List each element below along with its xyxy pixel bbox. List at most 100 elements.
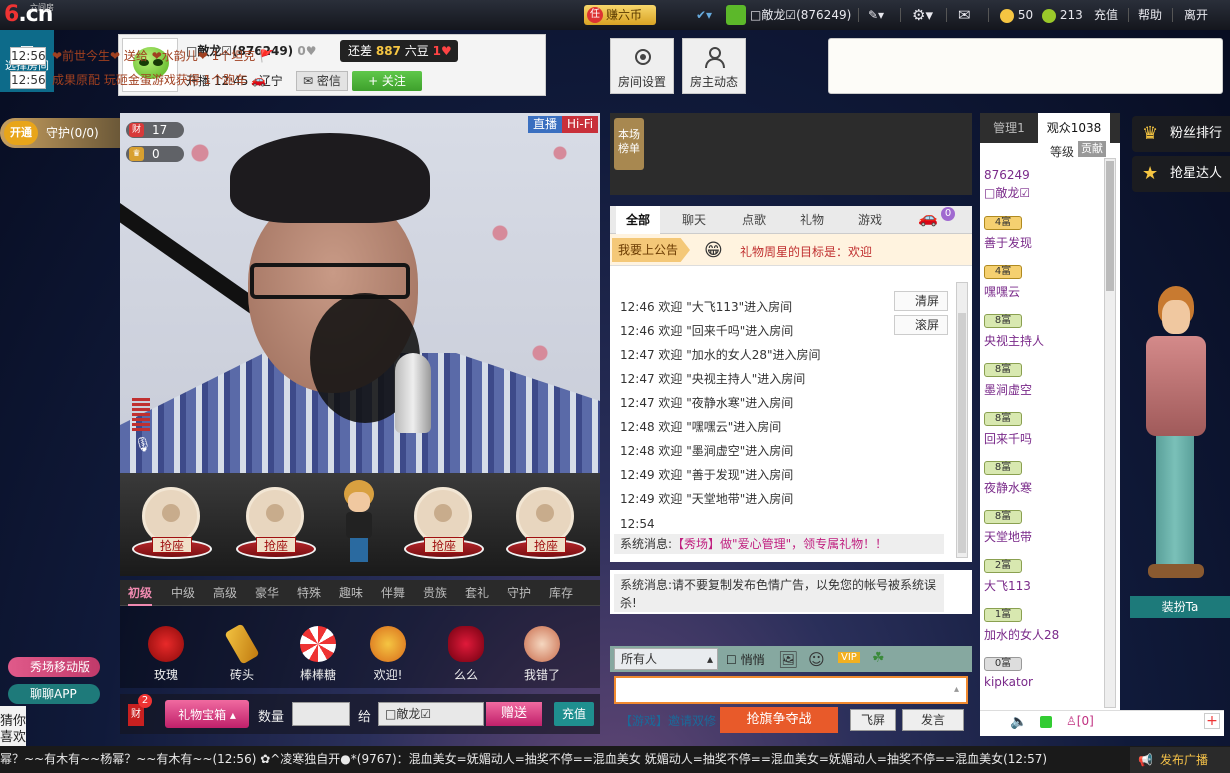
emoji-icon[interactable]: ☺ [808,650,825,669]
send-message-button[interactable]: 发言 [902,709,964,731]
audience-user[interactable]: 4富 嘿嘿云 [984,263,1102,309]
car-badge: 0 [941,207,955,221]
seat-slot[interactable]: 抢座 [230,487,322,565]
flag-battle-button[interactable]: 抢旗争夺战 [720,707,838,733]
speaker-icon[interactable]: 🔈 [1010,714,1027,730]
gift-tab[interactable]: 伴舞 [381,580,405,606]
gift-tab[interactable]: 趣味 [339,580,363,606]
leave-link[interactable]: 离开 [1184,0,1208,30]
audience-user[interactable]: 8富 回来千吗 [984,410,1102,456]
dress-up-avatar[interactable] [1134,286,1214,592]
clear-screen-button[interactable]: 清屏 [894,291,948,311]
chat-scrollbar[interactable] [956,282,968,558]
chat-line: 12:46 欢迎 "大飞113"进入房间 [620,300,793,314]
scroll-screen-button[interactable]: 滚屏 [894,315,948,335]
chat-line: 12:49 欢迎 "善于发现"进入房间 [620,468,794,482]
host-news-button[interactable]: 房主动态 [682,38,746,94]
recharge-link[interactable]: 充值 [1094,0,1118,30]
gift-item[interactable]: 欢迎! [360,626,416,684]
star-rank-button[interactable]: ★ 抢星达人 [1132,156,1230,192]
audience-user[interactable]: 0富 kipkator [984,655,1102,701]
image-icon[interactable]: 🖼 [778,650,798,669]
status-check-icon[interactable]: ✔▾ [696,0,712,30]
level-label[interactable]: 等级 [1050,143,1074,160]
coin-balance: 50 [1000,0,1033,30]
game-icon[interactable]: ☘ [872,650,885,666]
audience-user[interactable]: 876249 □敵龙☑ [984,164,1102,210]
private-message-button[interactable]: ✉ 密信 [296,71,348,91]
follow-button[interactable]: + 关注 [352,71,422,91]
crown-icon: ♛ [1142,123,1159,144]
post-notice-button[interactable]: 我要上公告 [612,238,690,262]
audience-user[interactable]: 8富 墨涧虚空 [984,361,1102,407]
chat-tab[interactable]: 游戏 [848,206,892,234]
game-invite-link[interactable]: 【游戏】邀请双修 [620,712,716,729]
audience-user[interactable]: 2富 大飞113 [984,557,1102,603]
chat-tab[interactable]: 全部 [616,206,660,234]
recipient-dropdown[interactable]: 所有人 ▴ [614,648,718,670]
recipient-select[interactable]: □敵龙☑ [378,702,484,726]
tab-admin[interactable]: 管理1 [980,113,1038,143]
gift-tab[interactable]: 贵族 [423,580,447,606]
audience-user[interactable]: 4富 善于发现 [984,214,1102,260]
gift-tab[interactable]: 库存 [549,580,573,606]
seat-slot[interactable]: 抢座 [500,487,592,565]
chat-input[interactable] [614,676,968,704]
live-video[interactable] [120,113,600,473]
gift-tab[interactable]: 高级 [213,580,237,606]
chat-tab[interactable]: 聊天 [672,206,716,234]
recharge-button[interactable]: 充值 [554,702,594,726]
contribution-label[interactable]: 贡献 [1078,141,1106,157]
seat-slot[interactable]: 抢座 [126,487,218,565]
gift-ticker-item: 12:56 ❤前世今生❤ 送给 ❤水韵儿❤ 1个坦克 🚩 [10,47,275,65]
dress-up-button[interactable]: 装扮Ta [1130,596,1230,618]
vip-icon[interactable]: VIP [838,652,860,663]
gift-tab[interactable]: 套礼 [465,580,489,606]
gift-ticker-item: 12:56 成果原配 玩砸金蛋游戏获得 1个跑车 🚗 [10,71,267,89]
audience-user[interactable]: 1富 加水的女人28 [984,606,1102,652]
mail-icon[interactable]: ✉ [958,0,971,30]
gear-icon[interactable]: ⚙▾ [912,0,933,30]
rank-tag[interactable]: 本场榜单 [614,118,644,170]
give-button[interactable]: 赠送 [486,702,542,726]
gift-tab[interactable]: 初级 [128,580,153,606]
chat-tab[interactable]: 点歌 [732,206,776,234]
chat-tab[interactable]: 礼物 [790,206,834,234]
gift-box-button[interactable]: 礼物宝箱 ▴ [165,700,249,728]
audience-user[interactable]: 8富 央视主持人 [984,312,1102,358]
fans-rank-button[interactable]: ♛ 粉丝排行 [1132,116,1230,152]
gift-tab[interactable]: 特殊 [297,580,321,606]
gift-item[interactable]: 我错了 [514,626,570,684]
gift-tab[interactable]: 中级 [171,580,195,606]
help-link[interactable]: 帮助 [1138,0,1162,30]
gift-item[interactable]: 棒棒糖 [290,626,346,684]
mobile-show-link[interactable]: 秀场移动版 [8,657,100,677]
publish-broadcast-button[interactable]: 📢 发布广播 [1130,747,1230,773]
audience-scrollbar[interactable] [1104,158,1116,708]
user-name[interactable]: □敵龙☑(876249) [750,0,851,30]
heart-icon[interactable]: 0♥ [297,44,316,58]
gift-item[interactable]: 砖头 [214,623,270,684]
earn-coins-button[interactable]: 任赚六币 [584,5,656,25]
mic-icon[interactable]: 🎙 [134,437,152,457]
chat-line: 12:47 欢迎 "夜静水寒"进入房间 [620,396,794,410]
gift-item[interactable]: 玫瑰 [138,626,194,684]
room-settings-button[interactable]: 房间设置 [610,38,674,94]
chat-app-link[interactable]: 聊聊APP [8,684,100,704]
tab-audience[interactable]: 观众1038 [1038,113,1110,143]
seat-slot[interactable]: 抢座 [398,487,490,565]
whisper-checkbox[interactable]: ☐ 悄悄 [726,651,765,668]
edit-icon[interactable]: ✎▾ [868,0,884,30]
gift-tab[interactable]: 守护 [507,580,531,606]
audience-user[interactable]: 8富 夜静水寒 [984,459,1102,505]
fly-screen-button[interactable]: 飞屏 [850,709,896,731]
seat-avatar-figure[interactable] [340,480,378,562]
user-avatar[interactable] [726,5,746,25]
gift-tab[interactable]: 豪华 [255,580,279,606]
gift-item[interactable]: 么么 [438,626,494,684]
audience-user[interactable]: 8富 天堂地带 [984,508,1102,554]
system-message-link[interactable]: 【秀场】做"爱心管理"，领专属礼物！！ [672,537,887,551]
add-icon[interactable]: + [1204,713,1220,729]
quantity-input[interactable] [292,702,350,726]
guard-open-button[interactable]: 开通 [4,121,38,145]
